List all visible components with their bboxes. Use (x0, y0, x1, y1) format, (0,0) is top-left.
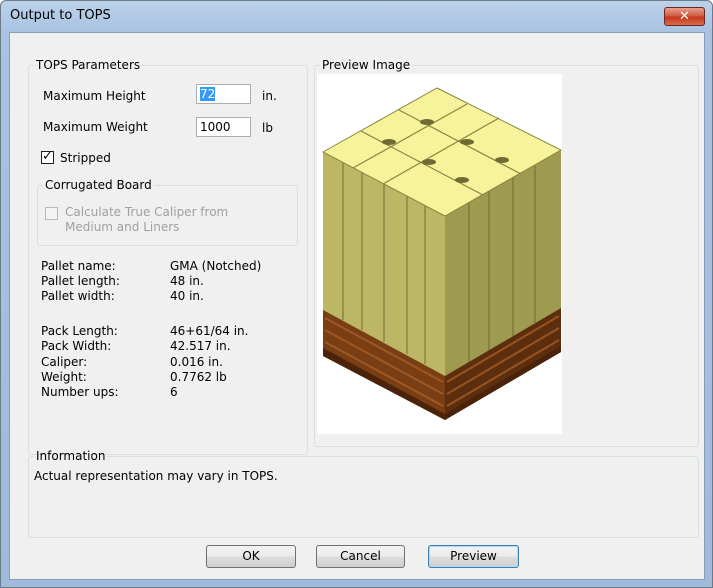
preview-image-legend: Preview Image (322, 58, 411, 72)
checkmark-icon: ✓ (42, 149, 53, 164)
close-button[interactable]: ✕ (664, 7, 705, 26)
information-legend: Information (36, 449, 106, 463)
max-height-unit: in. (262, 89, 277, 103)
pack-length-value: 46+61/64 in. (170, 324, 249, 338)
max-weight-label: Maximum Weight (43, 120, 148, 134)
max-weight-field[interactable]: 1000 (196, 117, 251, 137)
max-height-value: 72 (200, 87, 216, 101)
pallet-name-value: GMA (Notched) (170, 259, 262, 273)
max-weight-value: 1000 (200, 120, 231, 134)
calculate-caliper-label-line1: Calculate True Caliper from (65, 205, 229, 219)
window-title: Output to TOPS (10, 8, 111, 23)
dialog-window: Output to TOPS ✕ TOPS Parameters Maximum… (0, 0, 713, 588)
weight-value: 0.7762 lb (170, 370, 227, 384)
pack-width-value: 42.517 in. (170, 339, 231, 353)
caliper-value: 0.016 in. (170, 355, 223, 369)
stripped-checkbox[interactable]: ✓ (41, 149, 54, 164)
stripped-label[interactable]: Stripped (60, 151, 111, 165)
ok-button[interactable]: OK (206, 545, 296, 568)
number-ups-label: Number ups: (41, 385, 119, 399)
pallet-name-label: Pallet name: (41, 259, 116, 273)
information-text: Actual representation may vary in TOPS. (34, 469, 278, 483)
max-height-label: Maximum Height (43, 89, 146, 103)
pallet-width-label: Pallet width: (41, 289, 115, 303)
caliper-label: Caliper: (41, 355, 88, 369)
calculate-caliper-checkbox[interactable] (45, 207, 58, 220)
calculate-caliper-label-line2: Medium and Liners (65, 220, 180, 234)
corrugated-board-legend: Corrugated Board (45, 178, 152, 192)
information-group: Information (28, 449, 699, 538)
pallet-stack-illustration (321, 87, 563, 420)
tops-parameters-legend: TOPS Parameters (36, 58, 141, 72)
title-bar[interactable]: Output to TOPS ✕ (1, 1, 712, 31)
pallet-length-label: Pallet length: (41, 274, 120, 288)
preview-button[interactable]: Preview (428, 545, 519, 568)
weight-label: Weight: (41, 370, 87, 384)
max-height-field[interactable]: 72 (196, 84, 251, 104)
max-weight-unit: lb (262, 121, 273, 135)
number-ups-value: 6 (170, 385, 178, 399)
pallet-length-value: 48 in. (170, 274, 204, 288)
close-icon: ✕ (679, 9, 690, 24)
preview-image (317, 74, 563, 434)
pack-width-label: Pack Width: (41, 339, 112, 353)
pack-length-label: Pack Length: (41, 324, 118, 338)
pallet-width-value: 40 in. (170, 289, 204, 303)
cancel-button[interactable]: Cancel (316, 545, 405, 568)
